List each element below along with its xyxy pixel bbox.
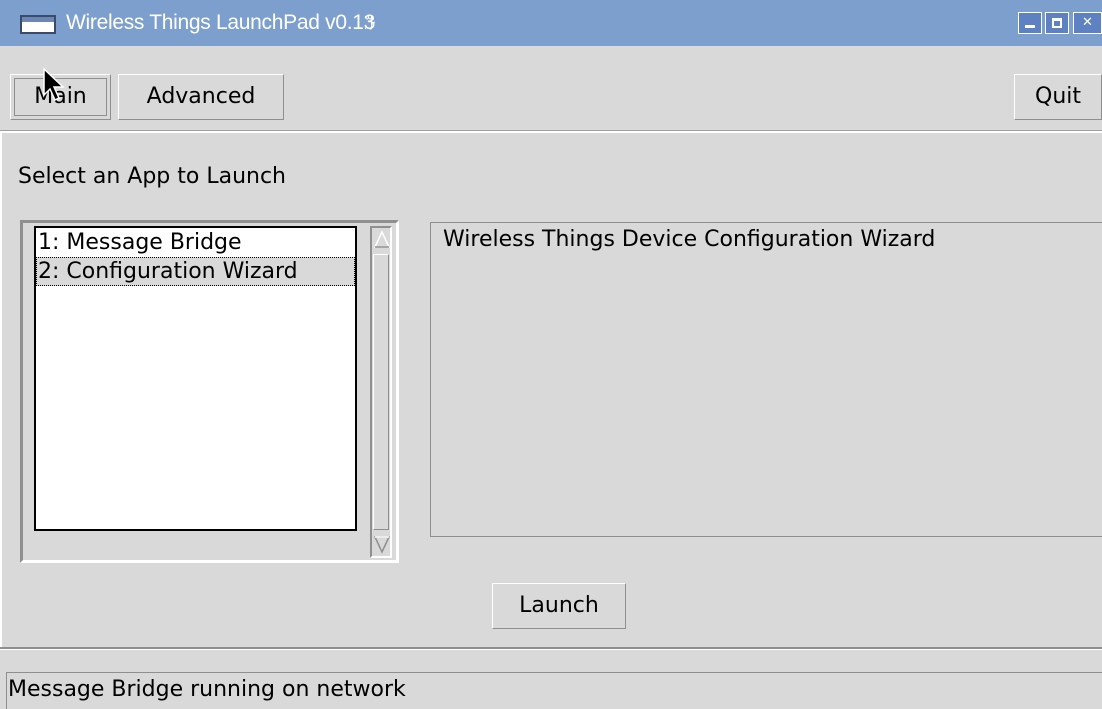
- scroll-down-icon[interactable]: [373, 533, 391, 555]
- panel-edge: [0, 133, 2, 650]
- title-bar[interactable]: Wireless Things LaunchPad v0.13 ꔓ ✕: [0, 0, 1102, 46]
- app-select-prompt: Select an App to Launch: [18, 164, 286, 189]
- tab-advanced[interactable]: Advanced: [118, 74, 284, 120]
- top-separator: [0, 130, 1102, 133]
- launch-button[interactable]: Launch: [492, 583, 626, 629]
- window-body: Main Advanced Quit Select an App to Laun…: [0, 46, 1102, 709]
- close-icon: ✕: [1082, 15, 1093, 30]
- close-button[interactable]: ✕: [1073, 12, 1102, 34]
- title-glyph: ꔓ: [364, 13, 376, 31]
- app-list[interactable]: 1: Message Bridge 2: Configuration Wizar…: [34, 226, 357, 531]
- app-listbox-frame: 1: Message Bridge 2: Configuration Wizar…: [20, 220, 399, 563]
- maximize-icon: [1052, 18, 1062, 28]
- list-scrollbar[interactable]: [370, 226, 392, 558]
- quit-button-label: Quit: [1035, 84, 1081, 109]
- tab-main[interactable]: Main: [10, 74, 111, 120]
- minimize-button[interactable]: [1018, 12, 1042, 34]
- tab-main-label: Main: [34, 84, 87, 109]
- minimize-icon: [1025, 25, 1035, 28]
- list-item-selected[interactable]: 2: Configuration Wizard: [36, 257, 355, 286]
- bottom-separator: [0, 647, 1102, 650]
- maximize-button[interactable]: [1045, 12, 1069, 34]
- launch-button-label: Launch: [519, 593, 599, 618]
- status-text: Message Bridge running on network: [8, 677, 406, 702]
- app-description: Wireless Things Device Configuration Wiz…: [430, 222, 1102, 537]
- window-icon: [20, 15, 56, 34]
- scroll-up-icon[interactable]: [373, 229, 391, 251]
- list-item[interactable]: 1: Message Bridge: [36, 228, 355, 257]
- window-title: Wireless Things LaunchPad v0.13: [66, 11, 375, 34]
- scroll-thumb[interactable]: [373, 254, 389, 530]
- status-bar: Message Bridge running on network: [6, 672, 1102, 709]
- quit-button[interactable]: Quit: [1014, 74, 1102, 120]
- tab-advanced-label: Advanced: [146, 84, 256, 109]
